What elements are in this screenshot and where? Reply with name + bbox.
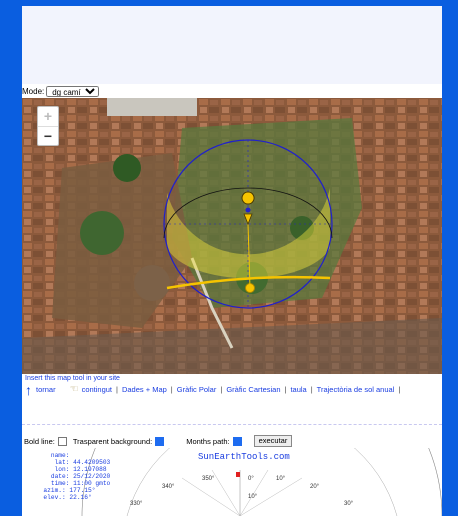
up-arrow-icon[interactable]: ↑ [25,383,32,397]
nav-taula[interactable]: taula [290,385,306,394]
chart-controls: Bold line: Trasparent background: Months… [22,434,442,448]
months-label: Months path: [186,436,230,446]
zoom-control: + − [37,106,59,146]
zoom-out-button[interactable]: − [38,127,58,146]
nav-tornar[interactable]: tornar [36,385,56,394]
sun-info: name: lat: 44.4209503 lon: 12.197088 dat… [36,452,110,501]
bold-line-checkbox[interactable] [57,436,67,446]
info-line: date: 25/12/2020 [36,473,111,480]
info-line: elev.: 22.16° [36,494,92,501]
nav-polar[interactable]: Gràfic Polar [177,385,217,394]
north-marker [236,472,240,477]
polar-label: 330° [130,501,143,507]
mode-label: Mode: [22,86,45,96]
nav-bar: ↑ tornar ☜ contingut | Dades + Map | Grà… [25,381,401,398]
brand-title: SunEarthTools.com [198,452,290,462]
transparent-checkbox[interactable] [155,436,165,446]
polar-label: 0° [248,476,254,482]
months-checkbox[interactable] [232,436,242,446]
polar-label: 10° [276,476,286,482]
insert-tool-link[interactable]: Insert this map tool in your site [25,375,120,382]
hand-icon: ☜ [69,384,79,395]
polar-label: 350° [202,476,215,482]
info-line: lat: 44.4209503 [36,459,111,466]
info-line: lon: 12.197088 [36,466,107,473]
polar-label: 10° [248,494,258,500]
polar-label: 340° [162,484,175,490]
map-canvas[interactable] [22,98,442,374]
polar-label: 30° [344,501,354,507]
info-line: time: 11:00 gmto [36,480,111,487]
nav-cartesian[interactable]: Gràfic Cartesian [226,385,280,394]
nav-dades[interactable]: Dades + Map [122,385,167,394]
nav-contingut[interactable]: contingut [82,385,112,394]
zoom-in-button[interactable]: + [38,107,58,127]
polar-chart: 350° 0° 10° 340° 20° 330° 30° 10° name: … [22,448,442,516]
nav-trajectoria[interactable]: Trajectòria de sol anual [317,385,395,394]
info-line: name: [36,452,70,459]
map-links: Insert this map tool in your site ↑ torn… [22,374,442,424]
mode-row: Mode: dg camí [22,84,442,98]
mode-select[interactable]: dg camí [46,85,100,97]
top-panel [22,6,442,85]
polar-label: 20° [310,484,320,490]
transparent-label: Trasparent background: [72,436,153,446]
info-line: azim.: 177.15° [36,487,96,494]
satellite-map[interactable] [22,98,442,374]
execute-button[interactable]: executar [253,435,293,447]
bold-line-label: Bold line: [24,436,55,446]
